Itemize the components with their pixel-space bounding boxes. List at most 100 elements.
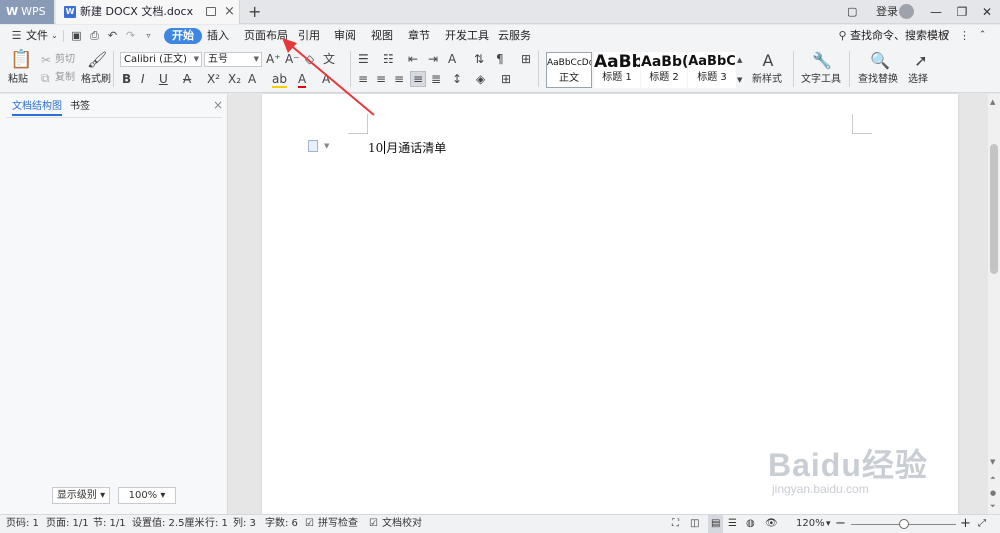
style-heading-1[interactable]: AaBb 标题 1 xyxy=(594,52,640,88)
style-heading-2[interactable]: AaBb( 标题 2 xyxy=(641,52,687,88)
table-grid-icon[interactable]: ⊞ xyxy=(521,52,531,66)
styles-scroll-up-icon[interactable]: ▲ xyxy=(737,53,742,67)
decrease-indent-icon[interactable]: ⇤ xyxy=(408,52,418,66)
increase-indent-icon[interactable]: ⇥ xyxy=(428,52,438,66)
doc-proof-button[interactable]: 文档校对 xyxy=(382,515,422,533)
tab-developer[interactable]: 开发工具 xyxy=(445,25,489,47)
zoom-out-icon[interactable]: − xyxy=(835,515,846,533)
pane-zoom-select[interactable]: 100% ▾ xyxy=(118,487,176,504)
eye-protect-icon[interactable]: 👁 xyxy=(765,515,778,533)
save-icon[interactable]: ▣ xyxy=(70,29,83,42)
fit-window-icon[interactable]: ⤢ xyxy=(978,515,986,533)
select-browse-icon[interactable]: ● xyxy=(990,489,996,497)
select-cursor-icon[interactable]: ➚ xyxy=(913,51,929,71)
justify-icon[interactable]: ≡ xyxy=(410,71,426,87)
status-word-count[interactable]: 字数: 6 xyxy=(265,515,298,533)
close-tab-icon[interactable]: × xyxy=(224,3,235,20)
customize-qa-icon[interactable]: ▿ xyxy=(142,29,155,42)
redo-icon[interactable]: ↷ xyxy=(124,29,137,42)
tab-bookmarks[interactable]: 书签 xyxy=(70,100,90,114)
underline-icon[interactable]: U xyxy=(159,72,168,86)
scissors-icon[interactable]: ✂ xyxy=(41,53,51,67)
status-setting[interactable]: 设置值: 2.5厘米 xyxy=(132,515,204,533)
minimize-icon[interactable]: — xyxy=(922,0,950,24)
chevron-down-icon[interactable]: ▼ xyxy=(324,142,329,150)
search-icon[interactable]: ⚲ xyxy=(836,29,849,42)
document-text-line[interactable]: 10 月通话清单 xyxy=(368,140,446,156)
next-page-icon[interactable]: ⏷ xyxy=(990,502,996,511)
collapse-ribbon-icon[interactable]: ⌃ xyxy=(976,29,989,42)
outline-view-icon[interactable]: ☰ xyxy=(728,515,737,533)
format-painter-button[interactable]: 格式刷 xyxy=(81,73,111,87)
superscript-icon[interactable]: X² xyxy=(207,72,220,86)
format-painter-icon[interactable]: 🖌 xyxy=(87,50,107,70)
web-view-icon[interactable]: ◍ xyxy=(746,515,755,533)
distributed-icon[interactable]: ≣ xyxy=(431,72,441,86)
line-spacing-icon[interactable]: ↕ xyxy=(452,72,462,86)
new-tab-icon[interactable]: + xyxy=(248,1,261,23)
undo-icon[interactable]: ↶ xyxy=(106,29,119,42)
font-size-select[interactable]: 五号 ▼ xyxy=(204,52,262,67)
file-menu[interactable]: 文件 xyxy=(26,25,48,47)
style-heading-3[interactable]: AaBbC 标题 3 xyxy=(688,52,736,88)
hamburger-icon[interactable]: ☰ xyxy=(10,29,23,42)
font-name-select[interactable]: Calibri (正文) ▼ xyxy=(120,52,202,67)
strikethrough-icon[interactable]: A xyxy=(183,72,191,86)
help-icon[interactable]: ? xyxy=(940,29,953,42)
tab-home[interactable]: 开始 xyxy=(164,28,202,44)
bold-icon[interactable]: B xyxy=(122,72,131,86)
paragraph-handle-icon[interactable] xyxy=(308,140,318,152)
status-pages[interactable]: 页面: 1/1 xyxy=(46,515,89,533)
char-scale-icon[interactable]: A xyxy=(448,52,456,66)
show-marks-icon[interactable]: ¶ xyxy=(496,52,504,66)
status-page-number[interactable]: 页码: 1 xyxy=(6,515,39,533)
find-icon[interactable]: 🔍 xyxy=(870,51,890,71)
new-style-button[interactable]: 新样式 xyxy=(752,73,782,87)
copy-icon[interactable]: ⧉ xyxy=(41,71,50,85)
show-level-select[interactable]: 显示级别 ▾ xyxy=(52,487,110,504)
sort-icon[interactable]: ⇅ xyxy=(474,52,484,66)
avatar[interactable] xyxy=(899,4,914,19)
restore-icon[interactable]: ❐ xyxy=(948,0,976,24)
tab-cloud-service[interactable]: 云服务 xyxy=(498,25,531,47)
read-mode-icon[interactable]: ◫ xyxy=(690,515,699,533)
vertical-scrollbar[interactable]: ▲ ▼ ⏶ ● ⏷ xyxy=(988,94,1000,514)
border-icon[interactable]: ⊞ xyxy=(501,72,511,86)
tab-chapter[interactable]: 章节 xyxy=(408,25,430,47)
fullscreen-icon[interactable]: ⛶ xyxy=(672,515,679,533)
command-search[interactable]: 查找命令、搜索模板 xyxy=(850,25,949,47)
style-normal[interactable]: AaBbCcDd 正文 xyxy=(546,52,592,88)
close-window-icon[interactable]: ✕ xyxy=(973,0,1000,24)
document-tab[interactable]: W 新建 DOCX 文档.docx × xyxy=(56,0,240,24)
scroll-up-icon[interactable]: ▲ xyxy=(990,98,995,106)
tab-insert[interactable]: 插入 xyxy=(207,25,229,47)
close-pane-icon[interactable]: × xyxy=(213,98,223,112)
paste-button[interactable]: 粘贴 xyxy=(8,73,28,87)
subscript-icon[interactable]: X₂ xyxy=(228,72,241,86)
print-icon[interactable]: ⎙ xyxy=(88,29,101,42)
zoom-slider-thumb[interactable] xyxy=(899,519,909,529)
align-right-icon[interactable]: ≡ xyxy=(394,72,404,86)
login-link[interactable]: 登录 xyxy=(876,0,898,24)
select-button[interactable]: 选择 xyxy=(908,73,928,87)
zoom-level[interactable]: 120% xyxy=(796,515,825,533)
copy-button[interactable]: 复制 xyxy=(55,71,75,85)
zoom-in-icon[interactable]: + xyxy=(960,515,971,533)
cut-button[interactable]: 剪切 xyxy=(55,53,75,67)
wrench-icon[interactable]: 🔧 xyxy=(812,51,832,71)
styles-expand-icon[interactable]: ▼ xyxy=(737,73,742,87)
new-style-icon[interactable]: A xyxy=(756,51,780,71)
shading-icon[interactable]: ◈ xyxy=(476,72,485,86)
clipboard-icon[interactable]: 📋 xyxy=(10,50,32,70)
scroll-down-icon[interactable]: ▼ xyxy=(990,458,995,466)
prev-page-icon[interactable]: ⏶ xyxy=(990,474,996,483)
more-icon[interactable]: ⋮ xyxy=(958,29,971,42)
tab-document-outline[interactable]: 文档结构图 xyxy=(12,100,62,116)
sync-icon[interactable]: ▢ xyxy=(847,0,857,24)
find-replace-button[interactable]: 查找替换 xyxy=(858,73,898,87)
chevron-down-icon[interactable]: ⌄ xyxy=(48,29,61,42)
tab-float-icon[interactable] xyxy=(206,7,216,16)
text-tools-button[interactable]: 文字工具 xyxy=(801,73,841,87)
status-section[interactable]: 节: 1/1 xyxy=(93,515,126,533)
numbered-list-icon[interactable]: ☷ xyxy=(383,52,394,66)
